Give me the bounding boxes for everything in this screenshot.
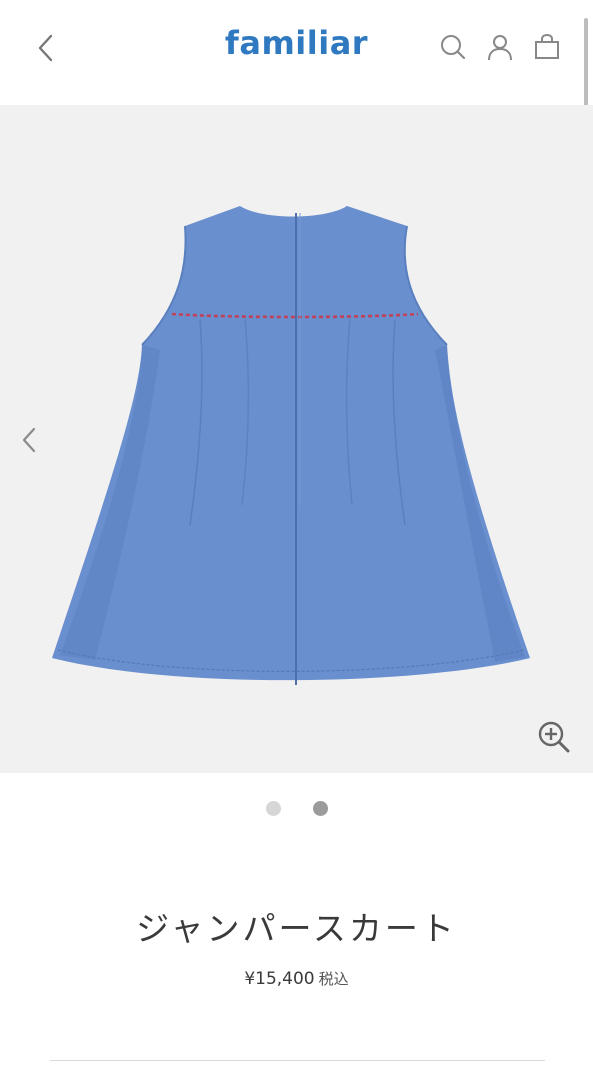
product-image xyxy=(52,206,530,685)
product-title: ジャンパースカート xyxy=(136,909,457,948)
header: familiar xyxy=(0,0,593,104)
gallery-prev-button[interactable] xyxy=(14,420,44,460)
pagination-dot[interactable] xyxy=(265,801,281,816)
account-button[interactable] xyxy=(485,32,515,62)
product-gallery[interactable] xyxy=(0,105,593,773)
zoom-button[interactable] xyxy=(534,717,574,757)
product-price-row: ¥15,400 税込 xyxy=(0,968,593,989)
user-icon xyxy=(488,35,512,61)
pagination-dot-active[interactable] xyxy=(312,801,328,816)
chevron-left-icon xyxy=(22,427,36,453)
gallery-pagination xyxy=(0,801,593,816)
cart-button[interactable] xyxy=(532,32,562,62)
search-icon xyxy=(441,35,466,60)
divider xyxy=(50,1060,545,1061)
zoom-in-icon xyxy=(538,721,570,753)
tax-label: 税込 xyxy=(318,970,349,988)
bag-icon xyxy=(535,33,559,59)
product-price: ¥15,400 xyxy=(244,969,315,989)
search-button[interactable] xyxy=(438,32,468,62)
